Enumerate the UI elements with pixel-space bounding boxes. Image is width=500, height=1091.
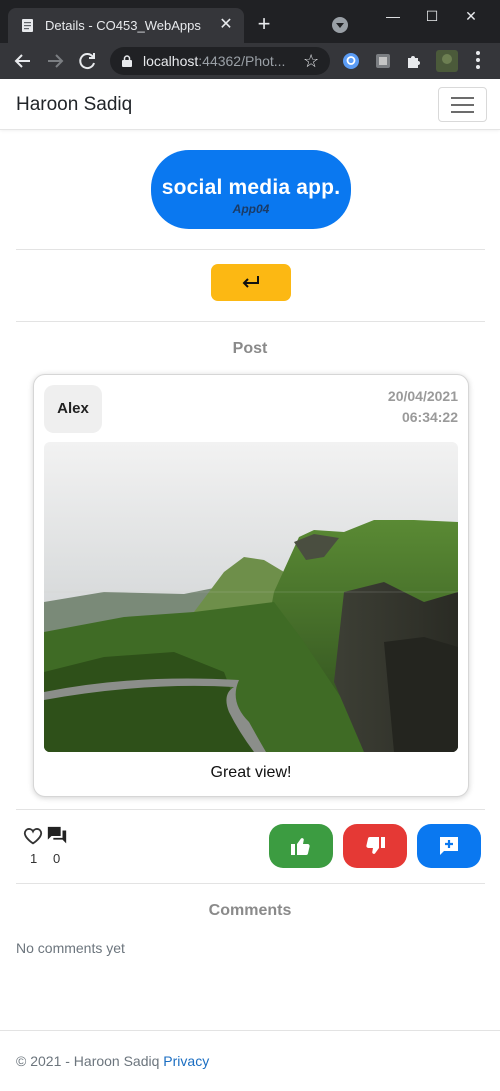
extensions-puzzle-icon[interactable]: [405, 52, 423, 70]
heart-icon: [23, 828, 43, 845]
brand-link[interactable]: Haroon Sadiq: [16, 94, 132, 116]
thumbs-up-icon: [291, 838, 310, 856]
logo-subtitle: App04: [232, 202, 270, 216]
divider: [16, 883, 485, 884]
browser-tab-bar: Details - CO453_WebApps ✕ + — ☐ ✕: [0, 0, 500, 43]
post-time: 06:34:22: [401, 409, 458, 425]
window-close-icon[interactable]: ✕: [456, 4, 486, 28]
like-button[interactable]: [269, 824, 333, 868]
copyright-text: © 2021 - Haroon Sadiq: [16, 1053, 164, 1069]
app-navbar: Haroon Sadiq: [0, 79, 500, 130]
extension-q-icon[interactable]: [342, 52, 360, 70]
divider: [16, 249, 485, 250]
lock-icon: [122, 55, 132, 67]
back-arrow-icon[interactable]: [12, 50, 34, 72]
no-comments-text: No comments yet: [16, 940, 125, 956]
divider: [16, 321, 485, 322]
add-comment-button[interactable]: [417, 824, 481, 868]
app-logo: social media app. App04: [151, 150, 351, 229]
browser-toolbar: localhost:44362/Phot... ☆: [0, 43, 500, 79]
landscape-photo: [44, 442, 458, 752]
likes-count: 1: [30, 851, 38, 866]
minimize-icon[interactable]: —: [378, 4, 408, 28]
logo-title: social media app.: [161, 176, 341, 199]
forward-arrow-icon[interactable]: [44, 50, 66, 72]
post-card: Alex 20/04/2021 06:34:22 Great view!: [33, 374, 469, 797]
page-favicon-icon: [22, 19, 33, 32]
browser-menu-icon[interactable]: [476, 51, 480, 71]
tab-close-icon[interactable]: ✕: [216, 15, 236, 35]
bookmark-star-icon[interactable]: ☆: [303, 51, 319, 71]
tab-search-icon[interactable]: [332, 17, 348, 33]
post-image: [44, 442, 458, 752]
back-button[interactable]: [211, 264, 291, 301]
reload-icon[interactable]: [76, 50, 98, 72]
post-caption: Great view!: [210, 764, 292, 781]
return-arrow-icon: [242, 276, 259, 288]
maximize-icon[interactable]: ☐: [417, 4, 447, 28]
privacy-link[interactable]: Privacy: [163, 1053, 209, 1069]
dislike-button[interactable]: [343, 824, 407, 868]
hamburger-line: [451, 104, 474, 106]
comments-icon: [47, 826, 67, 844]
thumbs-down-icon: [366, 836, 385, 854]
comments-heading: Comments: [208, 902, 292, 919]
footer-divider: [0, 1030, 500, 1031]
extension-doc-icon[interactable]: [374, 52, 392, 70]
footer: © 2021 - Haroon Sadiq Privacy: [16, 1053, 209, 1069]
add-comment-icon: [440, 837, 458, 855]
hamburger-line: [451, 111, 474, 113]
tab-title: Details - CO453_WebApps: [45, 18, 201, 33]
post-timestamp: 20/04/2021 06:34:22: [388, 386, 458, 428]
new-tab-icon[interactable]: +: [252, 12, 276, 36]
address-bar[interactable]: localhost:44362/Phot... ☆: [110, 47, 330, 75]
post-author: Alex: [44, 385, 102, 433]
divider: [16, 809, 485, 810]
hamburger-line: [451, 97, 474, 99]
url-host: localhost: [143, 53, 199, 69]
url-text: localhost:44362/Phot...: [143, 53, 285, 69]
menu-toggle-button[interactable]: [438, 87, 487, 122]
comments-count: 0: [53, 851, 61, 866]
post-heading: Post: [232, 340, 268, 357]
browser-tab[interactable]: Details - CO453_WebApps ✕: [8, 8, 244, 43]
url-path: :44362/Phot...: [198, 53, 286, 69]
post-date: 20/04/2021: [387, 388, 458, 404]
profile-avatar-icon[interactable]: [436, 50, 458, 72]
